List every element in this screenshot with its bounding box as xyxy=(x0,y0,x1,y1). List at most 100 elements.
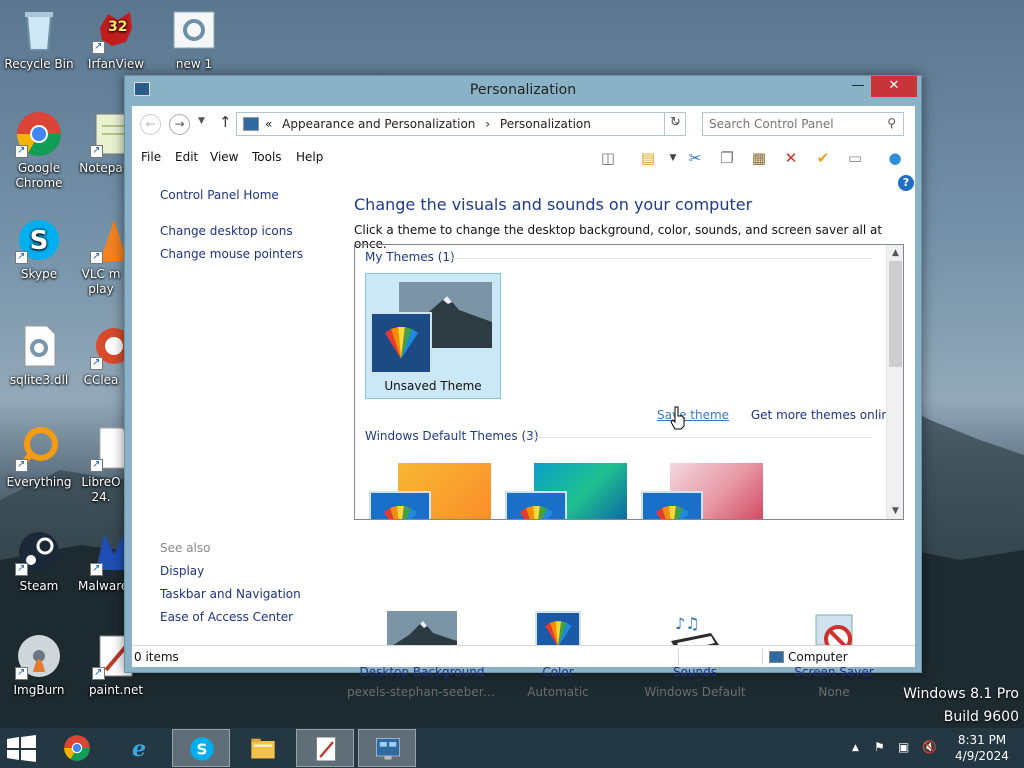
minimize-button[interactable]: — xyxy=(843,76,873,97)
display-link[interactable]: Display xyxy=(160,564,204,578)
sounds-label[interactable]: Sounds xyxy=(620,665,770,679)
up-arrow-icon[interactable]: ↑ xyxy=(219,113,232,131)
back-button[interactable]: ← xyxy=(140,114,161,135)
theme-tile-lines-colors[interactable] xyxy=(501,455,637,519)
system-clock[interactable]: 8:31 PM 4/9/2024 xyxy=(952,732,1012,764)
theme-tile-windows[interactable] xyxy=(365,455,501,519)
taskbar-chrome[interactable] xyxy=(48,729,106,767)
screen-saver-label[interactable]: Screen Saver xyxy=(759,665,909,679)
status-bar: 0 items Computer xyxy=(132,645,915,667)
layout-pane-icon[interactable]: ◫ xyxy=(597,147,619,169)
desktop-icon-new-1[interactable]: new 1 xyxy=(156,6,232,72)
chrome-icon xyxy=(15,110,63,158)
toolbar-chevron-down-icon[interactable]: ▼ xyxy=(662,147,684,169)
menu-file[interactable]: File xyxy=(141,150,161,164)
breadcrumb-overflow[interactable]: « xyxy=(265,117,272,131)
desktop-icon-sqlite3[interactable]: sqlite3.dll xyxy=(1,322,77,388)
color-label[interactable]: Color xyxy=(483,665,633,679)
taskbar-skype[interactable]: S xyxy=(172,729,230,767)
desktop-background-label[interactable]: Desktop Background xyxy=(347,665,497,679)
shortcut-arrow-icon xyxy=(15,561,28,576)
shortcut-arrow-icon xyxy=(90,457,103,472)
cut-icon[interactable]: ✂ xyxy=(684,147,706,169)
desktop-icon-libreoffice[interactable]: LibreO 24. xyxy=(78,424,124,505)
theme-tile-flowers[interactable] xyxy=(637,455,773,519)
paint-net-icon xyxy=(316,737,336,761)
desktop-icon-skype[interactable]: S Skype xyxy=(1,216,77,282)
refresh-icon[interactable]: ↻ xyxy=(664,112,686,136)
color-fan-icon xyxy=(641,491,703,519)
change-mouse-pointers-link[interactable]: Change mouse pointers xyxy=(160,247,303,261)
personalization-window: Personalization — ✕ ← → ▼ ↑ « Appearance… xyxy=(124,75,922,699)
search-input[interactable] xyxy=(709,114,879,134)
see-also-label: See also xyxy=(160,541,211,555)
properties-icon[interactable]: ▭ xyxy=(844,147,866,169)
scroll-up-icon[interactable]: ▲ xyxy=(887,248,903,258)
get-more-themes-link[interactable]: Get more themes online xyxy=(751,408,897,422)
taskbar-file-explorer[interactable] xyxy=(234,729,292,767)
breadcrumb-personalization[interactable]: Personalization xyxy=(500,117,591,131)
desktop-icon-steam[interactable]: Steam xyxy=(1,528,77,594)
taskbar-navigation-link[interactable]: Taskbar and Navigation xyxy=(160,587,301,601)
menu-tools[interactable]: Tools xyxy=(252,150,282,164)
imgburn-disc-icon xyxy=(15,632,63,680)
theme-list-scrollbar[interactable]: ▲ ▼ xyxy=(886,245,903,519)
control-panel-home-link[interactable]: Control Panel Home xyxy=(160,188,279,202)
search-box[interactable]: ⚲ xyxy=(702,112,904,136)
help-icon[interactable]: ? xyxy=(898,175,914,191)
desktop-icon-google-chrome[interactable]: Google Chrome xyxy=(1,110,77,191)
volume-muted-icon[interactable]: 🔇 xyxy=(922,740,937,754)
change-desktop-icons-link[interactable]: Change desktop icons xyxy=(160,224,293,238)
windows-watermark: Windows 8.1 Pro Build 9600 xyxy=(903,686,1019,725)
color-fan-icon xyxy=(505,491,567,519)
menu-help[interactable]: Help xyxy=(296,150,323,164)
desktop-icon-everything[interactable]: Everything xyxy=(1,424,77,490)
desktop-icon-imgburn[interactable]: ImgBurn xyxy=(1,632,77,698)
paste-icon[interactable]: ▦ xyxy=(748,147,770,169)
left-pane: Control Panel Home Change desktop icons … xyxy=(132,176,342,636)
desktop-icon-notepad[interactable]: Notepa xyxy=(78,110,124,176)
desktop-icon-vlc[interactable]: VLC m play xyxy=(78,216,124,297)
address-bar[interactable]: « Appearance and Personalization › Perso… xyxy=(236,112,686,136)
menu-view[interactable]: View xyxy=(210,150,238,164)
copy-icon[interactable]: ❐ xyxy=(716,147,738,169)
scroll-down-icon[interactable]: ▼ xyxy=(887,506,903,516)
action-center-flag-icon[interactable]: ⚑ xyxy=(874,740,885,754)
taskbar-control-panel[interactable] xyxy=(358,729,416,767)
everything-search-icon xyxy=(15,424,63,472)
folder-options-icon[interactable]: ▤ xyxy=(637,147,659,169)
shortcut-arrow-icon xyxy=(15,665,28,680)
theme-list[interactable]: My Themes (1) Unsaved Theme Save theme G… xyxy=(354,244,904,520)
checkmark-icon[interactable]: ✔ xyxy=(812,147,834,169)
scrollbar-thumb[interactable] xyxy=(889,261,902,367)
desktop-icon-irfanview[interactable]: 32 IrfanView xyxy=(78,6,154,72)
recent-locations-chevron-down-icon[interactable]: ▼ xyxy=(198,116,205,126)
show-hidden-icons-chevron-up-icon[interactable]: ▲ xyxy=(852,743,859,753)
desktop-icon-ccleaner[interactable]: CClea xyxy=(78,322,124,388)
network-icon[interactable]: ▣ xyxy=(898,740,909,754)
search-icon[interactable]: ⚲ xyxy=(887,116,896,130)
items-count: 0 items xyxy=(134,650,179,664)
start-button[interactable] xyxy=(5,735,38,762)
breadcrumb-separator[interactable]: › xyxy=(485,117,490,131)
svg-text:S: S xyxy=(30,226,49,256)
save-theme-link[interactable]: Save theme xyxy=(657,408,729,422)
menu-edit[interactable]: Edit xyxy=(175,150,198,164)
my-themes-header: My Themes (1) xyxy=(365,250,455,264)
breadcrumb-appearance[interactable]: Appearance and Personalization xyxy=(282,117,475,131)
desktop-icon-recycle-bin[interactable]: Recycle Bin xyxy=(1,6,77,72)
folder-icon xyxy=(251,738,275,759)
forward-button[interactable]: → xyxy=(169,114,190,135)
theme-tile-unsaved[interactable]: Unsaved Theme xyxy=(365,273,501,399)
ease-of-access-link[interactable]: Ease of Access Center xyxy=(160,610,293,624)
globe-icon[interactable]: ● xyxy=(884,147,906,169)
close-button[interactable]: ✕ xyxy=(871,76,917,97)
title-bar[interactable]: Personalization — ✕ xyxy=(125,76,921,106)
theme-actions: Save theme Get more themes online xyxy=(657,408,903,422)
sounds-value: Windows Default xyxy=(644,685,746,699)
taskbar-paint-net[interactable] xyxy=(296,729,354,767)
address-row: ← → ▼ ↑ « Appearance and Personalization… xyxy=(132,106,915,142)
taskbar-internet-explorer[interactable]: e xyxy=(110,729,168,767)
delete-icon[interactable]: ✕ xyxy=(780,147,802,169)
desktop-icon-malwarebytes[interactable]: Malware xyxy=(78,528,124,594)
